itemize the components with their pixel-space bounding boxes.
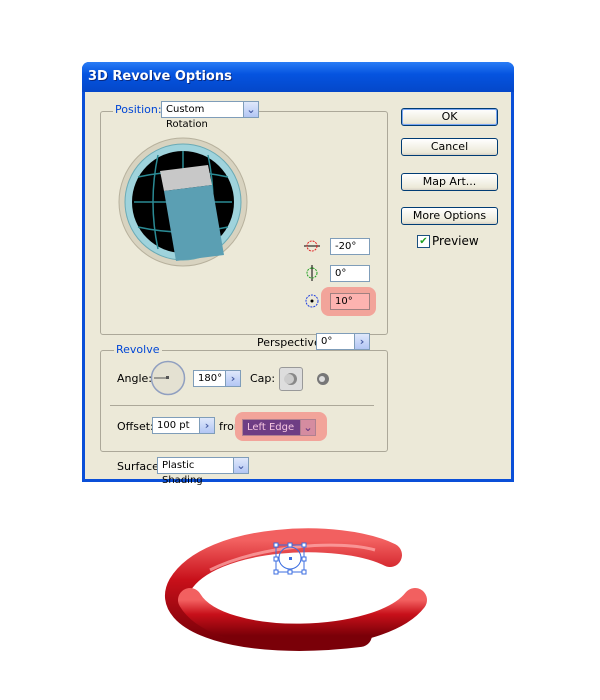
offset-label: Offset: [117, 420, 154, 433]
more-options-button[interactable]: More Options [401, 207, 498, 225]
ok-button[interactable]: OK [401, 108, 498, 126]
chevron-down-icon[interactable]: ⌄ [233, 457, 249, 474]
chevron-right-icon[interactable]: › [354, 333, 370, 350]
surface-select[interactable]: Plastic Shading [157, 457, 233, 486]
map-art-button[interactable]: Map Art... [401, 173, 498, 191]
position-select[interactable]: Custom Rotation [161, 101, 245, 130]
preview-checkbox[interactable]: ✔ [417, 235, 430, 248]
rotation-y-input[interactable]: 0° [330, 265, 370, 282]
chevron-right-icon[interactable]: › [225, 370, 241, 387]
dialog-title: 3D Revolve Options [82, 62, 514, 92]
cancel-button[interactable]: Cancel [401, 138, 498, 156]
offset-input[interactable]: 100 pt [152, 417, 200, 434]
angle-input[interactable]: 180° [193, 370, 225, 387]
perspective-input[interactable]: 0° [316, 333, 354, 350]
rotate-z-axis-icon [305, 294, 319, 308]
rotate-x-axis-icon [304, 240, 320, 252]
surface-label: Surface: [117, 460, 163, 473]
position-label: Position: [113, 103, 164, 116]
dialog-body: Position: Custom Rotation ⌄ -20° 0° 10° … [85, 92, 511, 486]
rotation-z-input[interactable]: 10° [330, 293, 370, 310]
perspective-label: Perspective: [257, 336, 325, 349]
chevron-down-icon[interactable]: ⌄ [243, 101, 259, 118]
cap-on-button[interactable] [279, 367, 303, 391]
revolve-legend: Revolve [114, 343, 162, 356]
from-select[interactable]: Left Edge [242, 419, 300, 436]
cap-off-button[interactable] [315, 371, 331, 387]
rotate-y-axis-icon [306, 265, 318, 281]
cap-label: Cap: [250, 372, 276, 385]
chevron-right-icon[interactable]: › [199, 417, 215, 434]
angle-label: Angle: [117, 372, 153, 385]
chevron-down-icon[interactable]: ⌄ [300, 419, 316, 436]
preview-label: Preview [432, 234, 479, 248]
rotation-track-cube[interactable] [118, 137, 248, 267]
revolve-options-dialog: 3D Revolve Options Position: Custom Rota… [82, 62, 514, 486]
angle-dial[interactable] [150, 360, 186, 396]
rotation-x-input[interactable]: -20° [330, 238, 370, 255]
cap-on-icon [284, 373, 297, 385]
divider [110, 405, 374, 406]
revolved-ring-artwork [165, 528, 427, 651]
